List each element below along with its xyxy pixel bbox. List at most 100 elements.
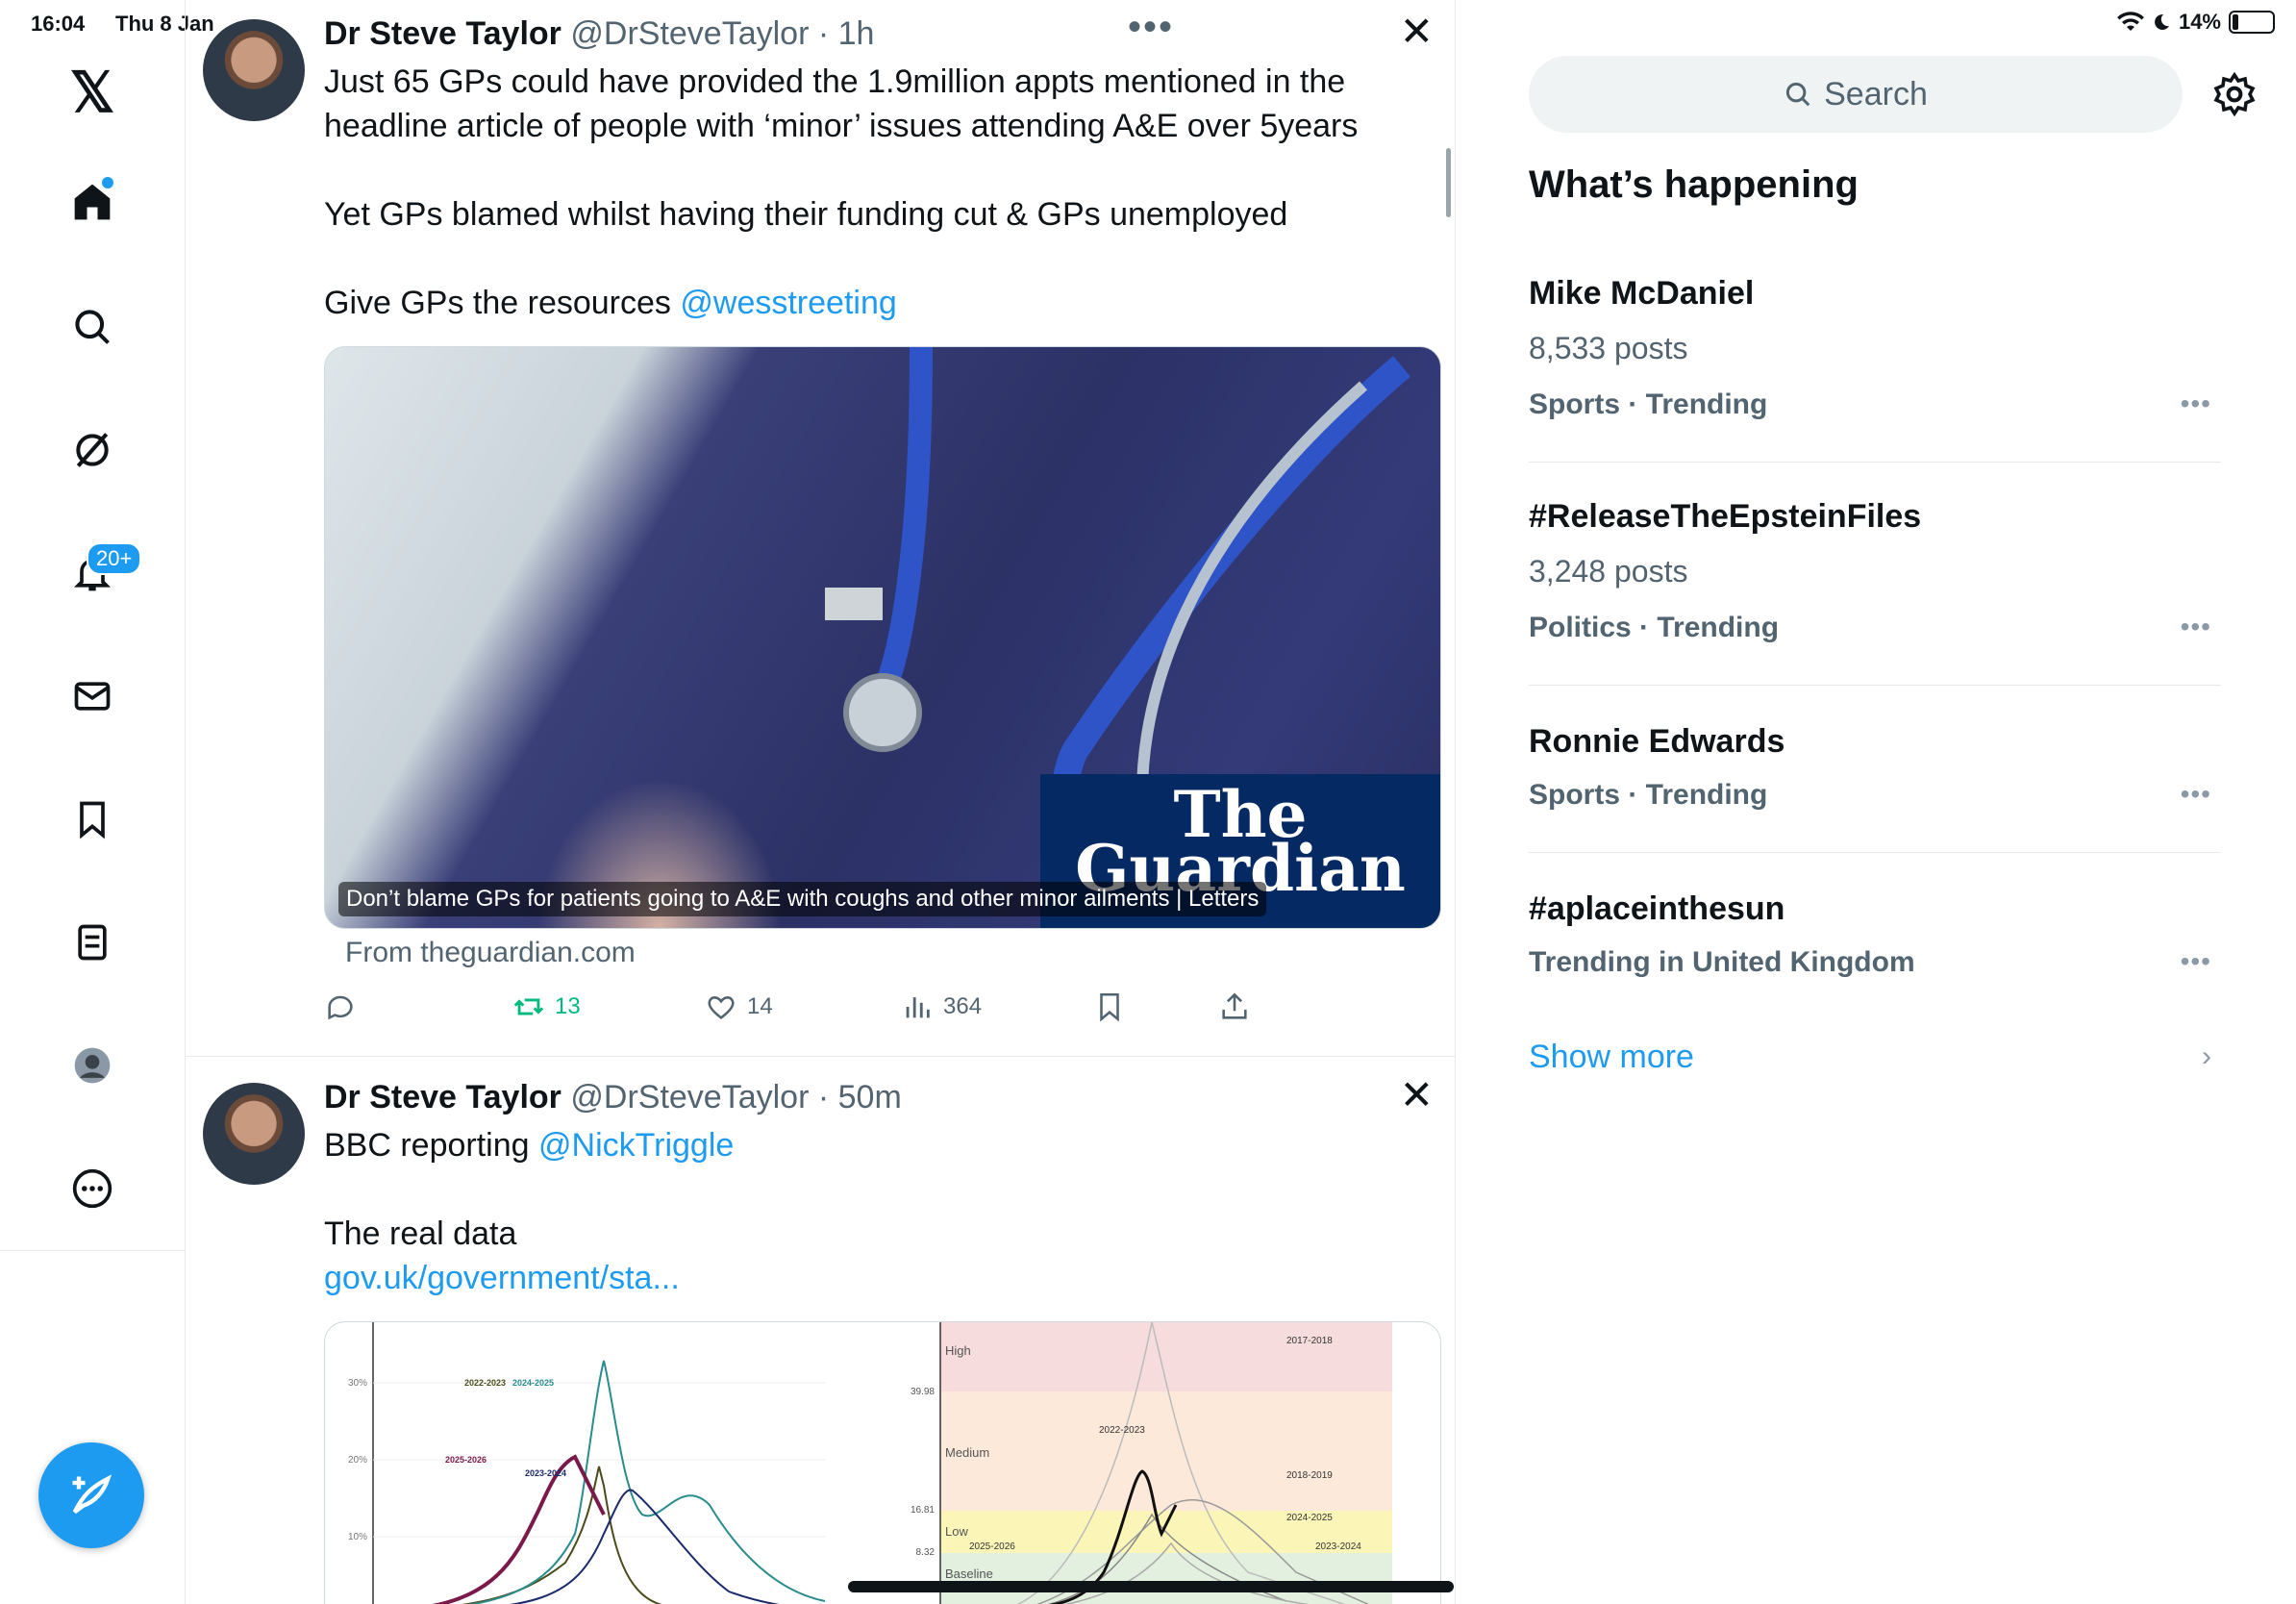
trend-more-icon[interactable]: •••	[2181, 946, 2211, 977]
repost-count: 13	[555, 993, 581, 1019]
author-handle[interactable]: @DrSteveTaylor	[570, 15, 809, 52]
timeline-scrollbar[interactable]	[1446, 148, 1451, 217]
heart-icon	[708, 996, 735, 1019]
trend-category: Trending in United Kingdom	[1529, 946, 1915, 978]
grok-icon[interactable]	[63, 421, 121, 479]
link-card-image[interactable]: The Guardian Don’t blame GPs for patient…	[324, 346, 1441, 929]
lists-icon[interactable]	[63, 914, 121, 971]
tweet-header: Dr Steve Taylor @DrSteveTaylor · 50m	[324, 1079, 902, 1116]
nav-rail: 𝕏	[0, 0, 186, 1250]
section-heading: What’s happening	[1529, 163, 1859, 206]
x-logo-icon[interactable]: 𝕏	[63, 62, 121, 124]
author-name[interactable]: Dr Steve Taylor	[324, 1079, 562, 1115]
repost-icon	[513, 998, 544, 1015]
tweet-time[interactable]: · 1h	[818, 15, 875, 52]
home-unread-dot	[100, 175, 115, 190]
tweet-line-text: Give GPs the resources	[324, 285, 681, 321]
trend-title: #ReleaseTheEpsteinFiles	[1529, 498, 1922, 535]
chart-image-card[interactable]: 30% 20% 10% 2022-2023 2024-2025 2025-202…	[324, 1321, 1441, 1604]
band-label: Baseline	[945, 1566, 993, 1581]
trend-category: Sports · Trending	[1529, 779, 1768, 811]
search-icon[interactable]	[63, 298, 121, 356]
tweet-line: Give GPs the resources @wesstreeting	[324, 281, 1430, 325]
series-label: 2025-2026	[445, 1455, 487, 1465]
trend-title: Ronnie Edwards	[1529, 723, 1785, 760]
search-placeholder: Search	[1824, 75, 1928, 113]
grok-icon[interactable]: ✕	[1400, 8, 1434, 55]
tweet-line: The real data	[324, 1216, 517, 1252]
trend-item[interactable]: Ronnie Edwards Sports · Trending •••	[1529, 717, 2221, 852]
trend-item[interactable]: Mike McDaniel 8,533 posts Sports · Trend…	[1529, 269, 2221, 462]
tweet-line: BBC reporting @NickTriggle	[324, 1123, 1430, 1167]
series-label: 2017-2018	[1286, 1336, 1333, 1346]
trend-posts: 3,248 posts	[1529, 554, 1688, 589]
trend-item[interactable]: #ReleaseTheEpsteinFiles 3,248 posts Poli…	[1529, 492, 2221, 685]
band-label: High	[945, 1343, 971, 1358]
trend-title: Mike McDaniel	[1529, 275, 1755, 312]
more-icon[interactable]	[63, 1160, 121, 1217]
grok-icon[interactable]: ✕	[1400, 1071, 1434, 1118]
card-source[interactable]: From theguardian.com	[345, 937, 636, 969]
home-icon[interactable]	[63, 173, 121, 231]
mention-link[interactable]: @wesstreeting	[680, 285, 896, 321]
chevron-right-icon: ›	[2202, 1040, 2211, 1072]
messages-icon[interactable]	[63, 667, 121, 725]
views-button[interactable]: 364	[901, 990, 982, 1023]
y-tick: 39.98	[911, 1387, 935, 1397]
compose-button[interactable]	[38, 1442, 144, 1548]
profile-icon[interactable]	[63, 1037, 121, 1094]
series-label: 2024-2025	[512, 1378, 554, 1388]
avatar[interactable]	[203, 19, 305, 121]
series-label: 2022-2023	[1099, 1425, 1145, 1436]
band-label: Low	[945, 1524, 968, 1539]
tweet-line: Yet GPs blamed whilst having their fundi…	[324, 196, 1288, 233]
tweet-actions: 13 14 364	[324, 990, 1439, 1029]
avatar[interactable]	[203, 1083, 305, 1185]
like-button[interactable]: 14	[705, 990, 773, 1023]
trend-more-icon[interactable]: •••	[2181, 388, 2211, 419]
tweet-divider	[186, 1056, 1455, 1057]
y-tick: 16.81	[911, 1505, 935, 1516]
y-tick: 8.32	[916, 1547, 936, 1558]
reply-button[interactable]	[324, 990, 357, 1023]
trend-divider	[1529, 852, 2221, 853]
band-label: Medium	[945, 1445, 989, 1460]
share-button[interactable]	[1218, 990, 1251, 1023]
tweet-header: Dr Steve Taylor @DrSteveTaylor · 1h	[324, 15, 874, 53]
views-icon	[906, 997, 930, 1018]
series-label: 2018-2019	[1286, 1470, 1333, 1481]
tweet-line-text: BBC reporting	[324, 1127, 538, 1164]
home-indicator[interactable]	[848, 1581, 1454, 1592]
bookmarks-icon[interactable]	[63, 790, 121, 848]
trend-item[interactable]: #aplaceinthesun Trending in United Kingd…	[1529, 885, 2221, 1019]
tweet-time[interactable]: · 50m	[818, 1079, 902, 1115]
overflow-menu[interactable]: •••	[1128, 6, 1174, 49]
compose-feather-icon	[72, 1474, 112, 1515]
trend-more-icon[interactable]: •••	[2181, 779, 2211, 810]
trend-title: #aplaceinthesun	[1529, 890, 1785, 927]
card-caption: Don’t blame GPs for patients going to A&…	[338, 882, 1267, 916]
series-label: 2023-2024	[525, 1468, 566, 1478]
gear-icon[interactable]	[2211, 71, 2258, 117]
show-more-link[interactable]: Show more	[1529, 1039, 1694, 1076]
repost-button[interactable]: 13	[512, 990, 581, 1023]
y-tick: 30%	[348, 1378, 367, 1389]
author-name[interactable]: Dr Steve Taylor	[324, 15, 562, 52]
author-handle[interactable]: @DrSteveTaylor	[570, 1079, 809, 1115]
trend-more-icon[interactable]: •••	[2181, 612, 2211, 642]
trend-posts: 8,533 posts	[1529, 331, 1688, 365]
trend-category: Politics · Trending	[1529, 612, 1780, 643]
views-count: 364	[943, 993, 983, 1019]
tweet-line: Just 65 GPs could have provided the 1.9m…	[324, 63, 1346, 100]
bookmark-button[interactable]	[1093, 990, 1126, 1023]
search-input[interactable]: Search	[1529, 56, 2183, 133]
series-label: 2022-2023	[464, 1378, 506, 1388]
tweet-link[interactable]: gov.uk/government/sta...	[324, 1256, 1430, 1300]
timeline[interactable]: ••• Dr Steve Taylor @DrSteveTaylor · 1h …	[186, 0, 1456, 1604]
tweet-text: Just 65 GPs could have provided the 1.9m…	[324, 60, 1430, 325]
trend-divider	[1529, 685, 2221, 686]
reply-icon	[328, 995, 353, 1020]
series-label: 2025-2026	[969, 1541, 1015, 1552]
search-icon	[1786, 82, 1810, 107]
mention-link[interactable]: @NickTriggle	[538, 1127, 734, 1164]
